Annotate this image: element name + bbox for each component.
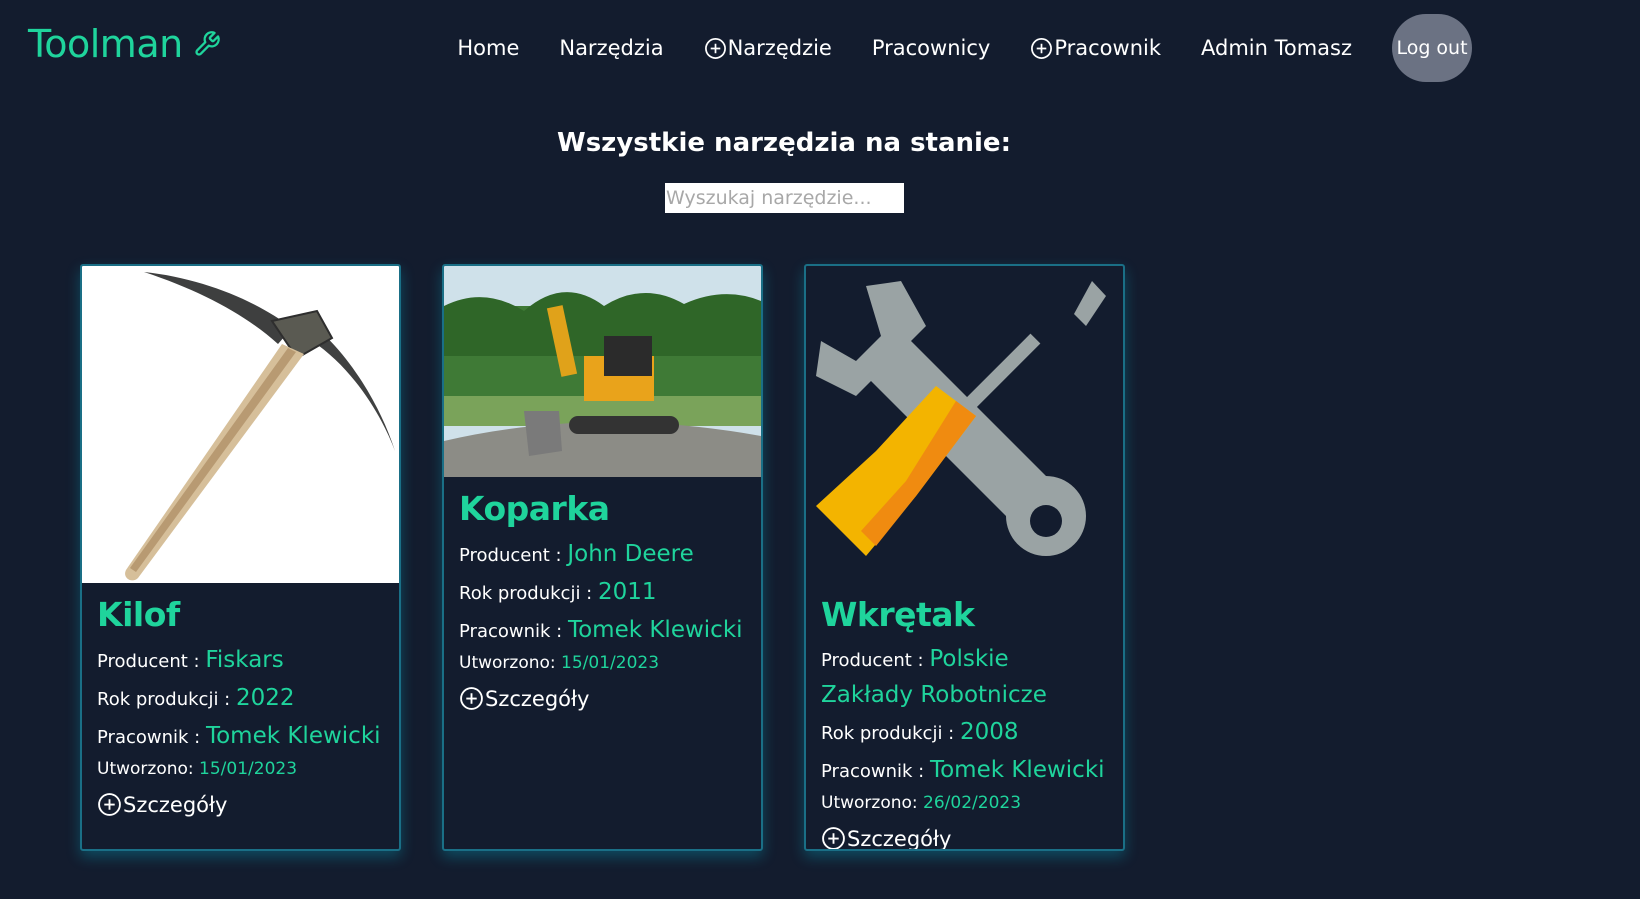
tool-year: Rok produkcji : 2008 [821,714,1108,752]
tool-card-body: Kilof Producent : Fiskars Rok produkcji … [82,583,399,817]
main-nav: Home Narzędzia Narzędzie Pracownicy Prac… [457,14,1472,82]
nav-tools-label: Narzędzia [559,36,664,60]
tool-worker: Pracownik : Tomek Klewicki [821,752,1108,790]
tool-created: Utworzono: 15/01/2023 [459,650,746,676]
tool-year: Rok produkcji : 2022 [97,680,384,718]
nav-admin-profile[interactable]: Admin Tomasz [1201,36,1352,60]
details-link[interactable]: Szczegóły [97,792,384,817]
producer-label: Producent : [97,651,206,672]
year-value: 2008 [959,719,1019,745]
created-label: Utworzono: [821,793,924,813]
created-label: Utworzono: [97,759,200,779]
nav-tools[interactable]: Narzędzia [559,36,663,60]
nav-add-worker-label: Pracownik [1054,36,1161,60]
created-value: 15/01/2023 [199,759,298,779]
tool-producer: Producent : John Deere [459,536,746,574]
created-value: 26/02/2023 [923,793,1022,813]
tool-card: Wkrętak Producent : Polskie Zakłady Robo… [804,264,1125,851]
year-label: Rok produkcji : [97,689,236,710]
tool-producer: Producent : Fiskars [97,642,384,680]
brand-name: Toolman [28,22,183,66]
excavator-image[interactable] [444,266,761,477]
plus-circle-icon [460,687,483,710]
tool-name: Wkrętak [821,595,975,634]
details-label: Szczegóły [485,686,590,711]
nav-admin-label: Admin Tomasz [1201,36,1352,60]
plus-circle-icon [704,37,726,59]
tool-name: Koparka [459,489,610,528]
worker-label: Pracownik : [821,761,930,782]
worker-label: Pracownik : [459,621,568,642]
plus-circle-icon [822,827,845,849]
tool-worker: Pracownik : Tomek Klewicki [97,718,384,756]
pickaxe-image[interactable] [82,266,399,583]
nav-add-worker[interactable]: Pracownik [1030,36,1161,60]
wrench-icon [195,31,220,56]
tool-created: Utworzono: 15/01/2023 [97,756,384,782]
producer-value: John Deere [567,541,694,567]
tool-card-body: Wkrętak Producent : Polskie Zakłady Robo… [806,583,1123,851]
nav-add-tool[interactable]: Narzędzie [704,36,832,60]
details-label: Szczegóły [847,826,952,851]
tool-year: Rok produkcji : 2011 [459,574,746,612]
nav-workers[interactable]: Pracownicy [872,36,990,60]
tool-producer: Producent : Polskie Zakłady Robotnicze [821,642,1108,714]
worker-value[interactable]: Tomek Klewicki [568,617,743,643]
tool-created: Utworzono: 26/02/2023 [821,790,1108,816]
tool-worker: Pracownik : Tomek Klewicki [459,612,746,650]
producer-label: Producent : [459,545,568,566]
tool-card-body: Koparka Producent : John Deere Rok produ… [444,477,761,711]
details-label: Szczegóły [123,792,228,817]
producer-label: Producent : [821,650,930,671]
search-input[interactable] [665,183,904,213]
worker-value[interactable]: Tomek Klewicki [206,723,381,749]
created-label: Utworzono: [459,653,562,673]
wrench-screwdriver-image[interactable] [806,266,1123,583]
year-label: Rok produkcji : [459,583,598,604]
nav-home-label: Home [457,36,520,60]
tool-name: Kilof [97,595,180,634]
details-link[interactable]: Szczegóły [459,686,746,711]
plus-circle-icon [98,793,121,816]
nav-home[interactable]: Home [457,36,519,60]
details-link[interactable]: Szczegóły [821,826,1108,851]
tool-card: Kilof Producent : Fiskars Rok produkcji … [80,264,401,851]
year-value: 2011 [597,579,657,605]
page-title: Wszystkie narzędzia na stanie: [557,128,1011,158]
worker-value[interactable]: Tomek Klewicki [930,757,1105,783]
nav-workers-label: Pracownicy [871,36,991,60]
logout-button[interactable]: Log out [1392,14,1472,82]
tool-card: Koparka Producent : John Deere Rok produ… [442,264,763,851]
plus-circle-icon [1031,37,1053,59]
nav-add-tool-label: Narzędzie [727,36,832,60]
brand-logo[interactable]: Toolman [28,22,221,66]
year-value: 2022 [235,685,295,711]
worker-label: Pracownik : [97,727,206,748]
year-label: Rok produkcji : [821,723,960,744]
created-value: 15/01/2023 [561,653,660,673]
producer-value: Fiskars [205,647,284,673]
